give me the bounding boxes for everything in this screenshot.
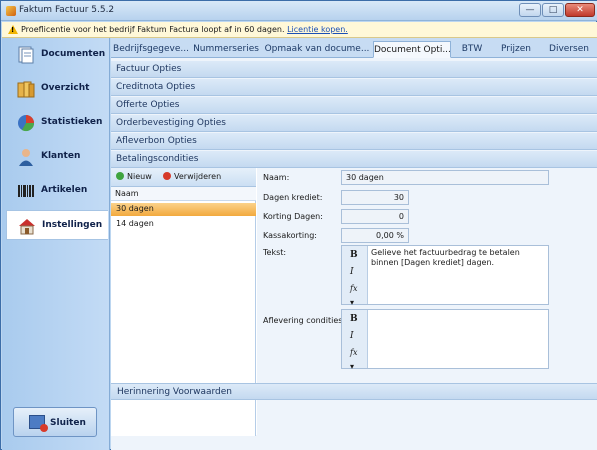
warning-icon: ! bbox=[8, 25, 18, 34]
formula-icon[interactable]: fx ▾ bbox=[346, 346, 364, 371]
sidebar: Documenten Overzicht Statistieken Klante… bbox=[2, 38, 110, 450]
section-orderbevestiging-opties[interactable]: Orderbevestiging Opties bbox=[111, 115, 597, 132]
italic-icon[interactable]: I bbox=[346, 329, 364, 343]
tab-nummerseries[interactable]: Nummerseries bbox=[191, 41, 261, 58]
section-creditnota-opties[interactable]: Creditnota Opties bbox=[111, 79, 597, 96]
list-item[interactable]: 30 dagen bbox=[111, 203, 256, 216]
naam-field[interactable]: 30 dagen bbox=[341, 170, 549, 185]
close-window-button[interactable]: ✕ bbox=[565, 3, 595, 17]
sidebar-item-artikelen[interactable]: Artikelen bbox=[6, 176, 108, 206]
settings-house-icon bbox=[19, 219, 35, 235]
exit-icon bbox=[29, 415, 48, 432]
delete-icon bbox=[163, 172, 171, 180]
section-offerte-opties[interactable]: Offerte Opties bbox=[111, 97, 597, 114]
bold-icon[interactable]: B bbox=[346, 248, 364, 262]
sidebar-item-label: Overzicht bbox=[41, 83, 90, 93]
sidebar-item-documenten[interactable]: Documenten bbox=[6, 40, 108, 70]
tekst-value[interactable]: Gelieve het factuurbedrag te betalen bin… bbox=[371, 248, 547, 268]
sidebar-item-label: Artikelen bbox=[41, 185, 88, 195]
close-app-label: Sluiten bbox=[50, 418, 86, 428]
aflevering-editor[interactable]: B I fx ▾ bbox=[341, 309, 549, 371]
section-factuur-opties[interactable]: Factuur Opties bbox=[111, 61, 597, 78]
naam-label: Naam: bbox=[263, 173, 290, 182]
formula-icon[interactable]: fx ▾ bbox=[346, 282, 364, 307]
tab-btw[interactable]: BTW bbox=[455, 41, 489, 58]
kassakorting-label: Kassakorting: bbox=[263, 231, 317, 240]
column-header-naam[interactable]: Naam bbox=[111, 187, 256, 201]
settings-tabs: Bedrijfsgegeve... Nummerseries Opmaak va… bbox=[111, 38, 597, 58]
tab-bedrijfsgegevens[interactable]: Bedrijfsgegeve... bbox=[113, 41, 189, 58]
tekst-editor[interactable]: B I fx ▾ Gelieve het factuurbedrag te be… bbox=[341, 245, 549, 307]
list-toolbar: Nieuw Verwijderen bbox=[111, 168, 256, 187]
section-betalingscondities[interactable]: Betalingscondities bbox=[111, 151, 597, 168]
tab-opmaak[interactable]: Opmaak van docume... bbox=[264, 41, 370, 58]
italic-icon[interactable]: I bbox=[346, 265, 364, 279]
sidebar-item-label: Klanten bbox=[41, 151, 81, 161]
tab-document-opties[interactable]: Document Opti... bbox=[373, 41, 451, 58]
section-afleverbon-opties[interactable]: Afleverbon Opties bbox=[111, 133, 597, 150]
kassakorting-field[interactable]: 0,00 % bbox=[341, 228, 409, 243]
sidebar-item-label: Instellingen bbox=[42, 220, 103, 230]
new-button[interactable]: Nieuw bbox=[116, 170, 152, 185]
tekst-toolbar: B I fx ▾ bbox=[342, 246, 368, 307]
app-icon bbox=[6, 6, 16, 16]
license-infobar: ! Proeflicentie voor het bedrijf Faktum … bbox=[2, 22, 597, 38]
customer-icon bbox=[19, 149, 33, 166]
close-app-button[interactable]: Sluiten bbox=[13, 407, 97, 437]
title-bar: Faktum Factuur 5.5.2 — □ ✕ bbox=[1, 1, 597, 21]
delete-button-label: Verwijderen bbox=[174, 172, 222, 181]
documents-icon bbox=[18, 46, 34, 64]
aflevering-toolbar: B I fx ▾ bbox=[342, 310, 368, 371]
sidebar-item-klanten[interactable]: Klanten bbox=[6, 142, 108, 172]
bold-icon[interactable]: B bbox=[346, 312, 364, 326]
tab-diversen[interactable]: Diversen bbox=[543, 41, 595, 58]
window-title: Faktum Factuur 5.5.2 bbox=[19, 5, 115, 15]
tekst-label: Tekst: bbox=[263, 248, 287, 257]
sidebar-item-label: Documenten bbox=[41, 49, 106, 59]
app-window: Faktum Factuur 5.5.2 — □ ✕ ! Proeflicent… bbox=[0, 0, 597, 450]
maximize-button[interactable]: □ bbox=[542, 3, 564, 17]
sidebar-item-overzicht[interactable]: Overzicht bbox=[6, 74, 108, 104]
sidebar-item-label: Statistieken bbox=[41, 117, 103, 127]
korting-dagen-field[interactable]: 0 bbox=[341, 209, 409, 224]
delete-button[interactable]: Verwijderen bbox=[163, 170, 221, 185]
barcode-icon bbox=[18, 185, 34, 197]
dagen-krediet-field[interactable]: 30 bbox=[341, 190, 409, 205]
korting-label: Korting Dagen: bbox=[263, 212, 323, 221]
license-message: Proeflicentie voor het bedrijf Faktum Fa… bbox=[21, 25, 348, 34]
list-item[interactable]: 14 dagen bbox=[111, 218, 256, 231]
folders-icon bbox=[17, 81, 35, 98]
license-text: Proeflicentie voor het bedrijf Faktum Fa… bbox=[21, 25, 285, 34]
buy-license-link[interactable]: Licentie kopen. bbox=[287, 25, 348, 34]
add-icon bbox=[116, 172, 124, 180]
tab-prijzen[interactable]: Prijzen bbox=[493, 41, 539, 58]
aflevering-label: Aflevering condities: bbox=[263, 316, 346, 325]
sidebar-item-instellingen[interactable]: Instellingen bbox=[6, 210, 108, 240]
new-button-label: Nieuw bbox=[127, 172, 152, 181]
krediet-label: Dagen krediet: bbox=[263, 193, 323, 202]
section-herinnering-voorwaarden[interactable]: Herinnering Voorwaarden bbox=[111, 383, 597, 400]
sidebar-item-statistieken[interactable]: Statistieken bbox=[6, 108, 108, 138]
pie-chart-icon bbox=[18, 115, 35, 132]
minimize-button[interactable]: — bbox=[519, 3, 541, 17]
document-options-content: Factuur Opties Creditnota Opties Offerte… bbox=[111, 58, 597, 450]
